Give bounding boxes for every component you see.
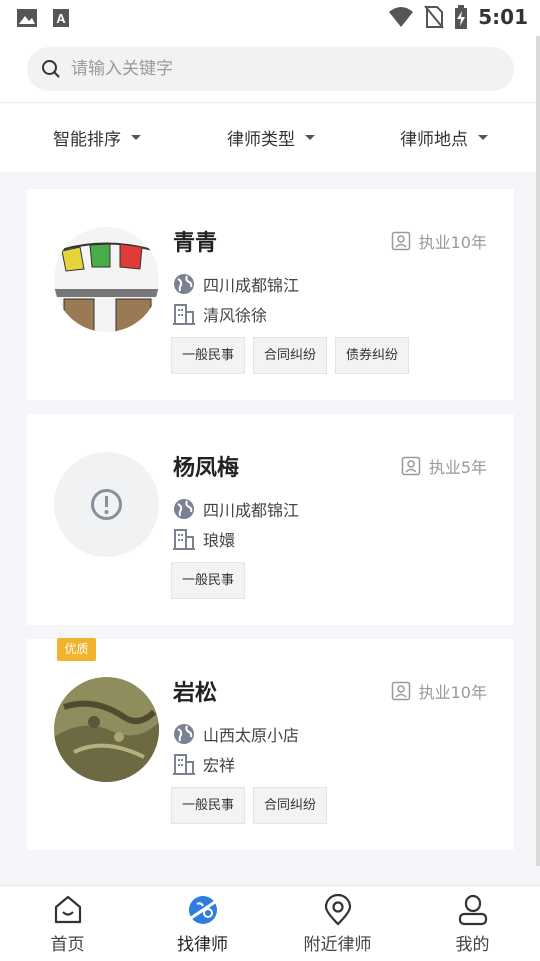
crocodile-photo (54, 677, 159, 782)
filter-lawyer-location[interactable]: 律师地点 (400, 103, 488, 172)
find-lawyer-icon (188, 896, 217, 924)
firm-text: 琅嬛 (203, 531, 236, 550)
flags-icon (54, 227, 159, 332)
practice-years: 执业10年 (391, 679, 487, 703)
practice-years-text: 执业5年 (428, 458, 487, 477)
svg-text:A: A (56, 11, 66, 26)
lawyer-firm: 清风徐徐 (173, 302, 267, 326)
lawyer-firm: 宏祥 (173, 752, 235, 776)
nav-profile-label: 我的 (455, 935, 490, 955)
specialty-tag: 债券纠纷 (335, 337, 410, 374)
image-icon (17, 9, 37, 27)
building-icon (173, 529, 195, 550)
lawyer-firm: 琅嬛 (173, 527, 235, 551)
lawyer-card[interactable]: 优质 岩松 执业10年 山西太原小店 宏祥 一般民事 合同纠纷 (27, 638, 514, 850)
clock: 5:01 (478, 5, 528, 29)
practice-years: 执业5年 (401, 454, 487, 478)
lawyer-location: 四川成都锦江 (173, 272, 299, 296)
nav-home[interactable]: 首页 (0, 886, 135, 961)
lawyer-card[interactable]: 杨凤梅 执业5年 四川成都锦江 琅嬛 一般民事 (27, 414, 514, 625)
specialty-tags: 一般民事 合同纠纷 (171, 787, 328, 824)
filter-lawyer-type[interactable]: 律师类型 (227, 103, 315, 172)
filter-bar: 智能排序 律师类型 律师地点 (0, 102, 540, 172)
search-bar[interactable] (27, 47, 514, 91)
globe-icon (174, 274, 194, 294)
building-icon (173, 754, 195, 775)
specialty-tag: 合同纠纷 (253, 787, 328, 824)
specialty-tags: 一般民事 合同纠纷 债券纠纷 (171, 337, 410, 374)
nav-profile[interactable]: 我的 (405, 886, 540, 961)
home-icon (54, 895, 81, 924)
battery-charging-icon (455, 5, 468, 29)
practice-years: 执业10年 (391, 229, 487, 253)
caret-down-icon (478, 135, 488, 140)
nav-find-lawyer[interactable]: 找律师 (135, 886, 270, 961)
avatar (54, 677, 159, 782)
specialty-tag: 一般民事 (171, 337, 246, 374)
firm-text: 宏祥 (203, 756, 236, 775)
globe-icon (174, 724, 194, 744)
profile-icon (458, 894, 487, 926)
lawyer-location: 山西太原小店 (173, 722, 299, 746)
lawyer-name: 杨凤梅 (173, 456, 240, 481)
practice-years-text: 执业10年 (418, 683, 487, 702)
nav-find-lawyer-label: 找律师 (177, 935, 228, 955)
filter-sort-label: 智能排序 (53, 130, 121, 150)
status-bar: A 5:01 (0, 0, 540, 36)
quality-badge: 优质 (57, 638, 96, 661)
lawyer-name: 青青 (173, 231, 218, 256)
location-pin-icon (324, 894, 351, 926)
lawyer-name: 岩松 (173, 681, 218, 706)
nav-nearby-lawyers-label: 附近律师 (303, 935, 372, 955)
scrollbar[interactable] (536, 36, 540, 866)
id-badge-icon (391, 681, 410, 701)
specialty-tags: 一般民事 (171, 562, 246, 599)
specialty-tag: 一般民事 (171, 787, 246, 824)
id-badge-icon (391, 231, 410, 251)
search-input[interactable] (69, 58, 473, 80)
avatar (54, 452, 159, 557)
caret-down-icon (305, 135, 315, 140)
practice-years-text: 执业10年 (418, 233, 487, 252)
firm-text: 清风徐徐 (203, 306, 268, 325)
location-text: 四川成都锦江 (203, 276, 300, 295)
search-icon (42, 60, 60, 78)
nav-nearby-lawyers[interactable]: 附近律师 (270, 886, 405, 961)
no-sim-icon (424, 5, 445, 29)
bottom-navigation: 首页 找律师 附近律师 我的 (0, 885, 540, 961)
specialty-tag: 合同纠纷 (253, 337, 328, 374)
id-badge-icon (401, 456, 421, 476)
search-area (0, 36, 540, 102)
avatar (54, 227, 159, 332)
building-icon (173, 304, 195, 325)
font-a-icon: A (53, 9, 69, 27)
caret-down-icon (131, 135, 141, 140)
wifi-icon (389, 7, 414, 27)
lawyer-card[interactable]: 青青 执业10年 四川成都锦江 清风徐徐 一般民事 合同纠纷 债券纠纷 (27, 189, 514, 400)
location-text: 山西太原小店 (203, 726, 300, 745)
filter-sort[interactable]: 智能排序 (53, 103, 141, 172)
globe-icon (174, 499, 194, 519)
specialty-tag: 一般民事 (171, 562, 246, 599)
filter-lawyer-type-label: 律师类型 (227, 130, 295, 150)
lawyer-location: 四川成都锦江 (173, 497, 299, 521)
filter-lawyer-location-label: 律师地点 (400, 130, 468, 150)
nav-home-label: 首页 (50, 935, 85, 955)
location-text: 四川成都锦江 (203, 501, 300, 520)
alert-placeholder-icon (91, 489, 122, 520)
